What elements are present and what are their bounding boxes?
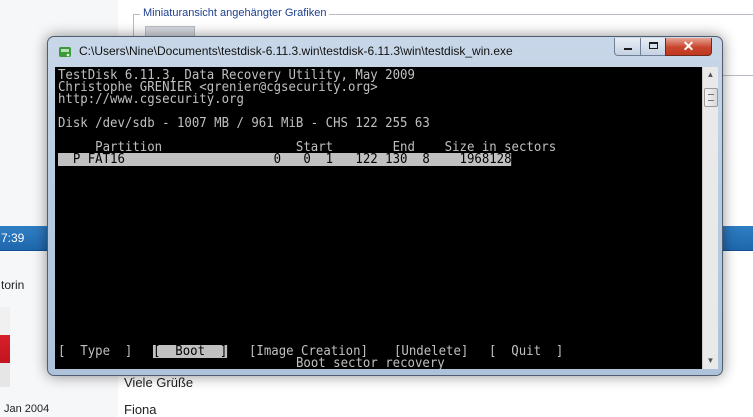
avatar[interactable]: [0, 307, 10, 387]
console-area[interactable]: TestDisk 6.11.3, Data Recovery Utility, …: [55, 67, 702, 369]
testdisk-app-icon: [59, 47, 71, 57]
partition-row[interactable]: P FAT16 0 0 1 122 130 8 1968128: [58, 153, 512, 166]
disk-info: Disk /dev/sdb - 1007 MB / 961 MiB - CHS …: [58, 116, 430, 131]
header-line-url: http://www.cgsecurity.org: [58, 92, 244, 107]
minimize-button[interactable]: [614, 38, 641, 56]
minimize-icon: [624, 48, 632, 50]
menu-type[interactable]: [ Type ]: [58, 345, 132, 358]
maximize-icon: [649, 42, 658, 49]
attachments-legend: Miniaturansicht angehängter Grafiken: [140, 7, 330, 19]
scroll-up-icon[interactable]: ▲: [703, 67, 718, 83]
close-icon: ✕: [682, 38, 695, 54]
post-signature: Fiona: [124, 402, 157, 417]
window-title: C:\Users\Nine\Documents\testdisk-6.11.3.…: [79, 44, 513, 58]
poster-name[interactable]: torin: [1, 278, 24, 292]
join-date: Jan 2004: [4, 403, 50, 415]
maximize-button[interactable]: [640, 38, 666, 56]
vertical-scrollbar[interactable]: ▲ ▼: [702, 67, 718, 369]
scroll-down-icon[interactable]: ▼: [703, 353, 718, 369]
post-time: 7:39: [1, 231, 25, 245]
close-button[interactable]: ✕: [665, 38, 712, 56]
menu-quit[interactable]: [ Quit ]: [489, 345, 563, 358]
scroll-thumb[interactable]: [704, 88, 718, 107]
post-greeting: Viele Grüße: [124, 375, 194, 390]
console-window: C:\Users\Nine\Documents\testdisk-6.11.3.…: [47, 36, 723, 376]
menu-boot[interactable]: [ Boot ]: [153, 345, 228, 358]
status-line: Boot sector recovery: [296, 356, 445, 369]
